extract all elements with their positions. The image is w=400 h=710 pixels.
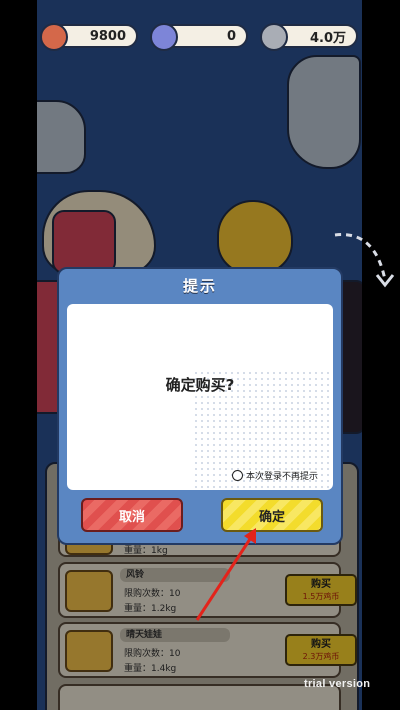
watermark-text: trial version (304, 678, 371, 690)
annotation-arrow-icon (195, 528, 256, 621)
